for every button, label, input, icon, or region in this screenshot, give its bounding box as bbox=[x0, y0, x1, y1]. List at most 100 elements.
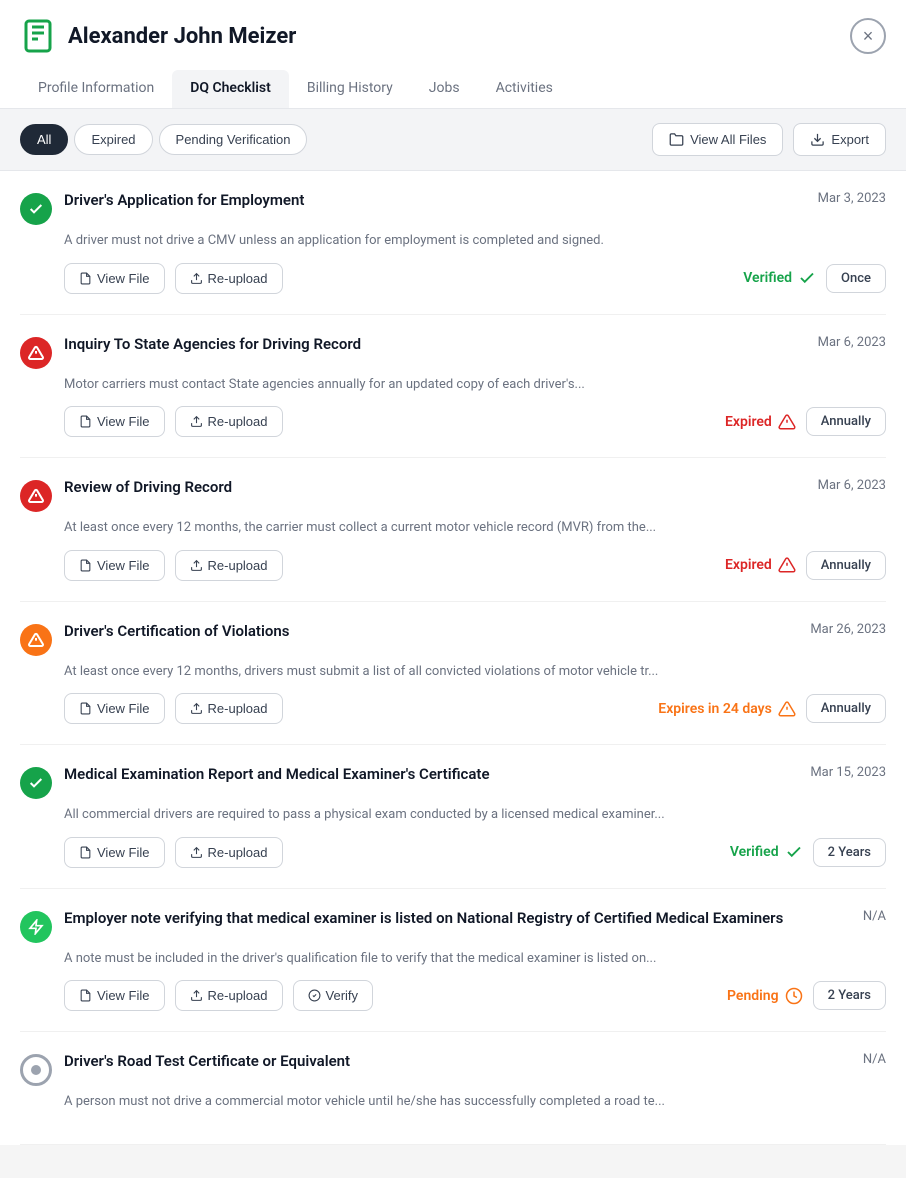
verify-icon bbox=[308, 989, 321, 1002]
item-header: Employer note verifying that medical exa… bbox=[20, 909, 886, 943]
status-icon-pending bbox=[20, 911, 52, 943]
frequency-badge: Annually bbox=[806, 407, 886, 436]
verified-check-icon bbox=[798, 269, 816, 287]
item-actions: View File Re-upload Expires in 24 days A… bbox=[64, 693, 886, 724]
reupload-button[interactable]: Re-upload bbox=[175, 263, 283, 294]
item-date: Mar 6, 2023 bbox=[818, 478, 886, 493]
filter-expired-button[interactable]: Expired bbox=[74, 124, 152, 155]
file-icon bbox=[79, 559, 92, 572]
checklist-item: Medical Examination Report and Medical E… bbox=[20, 745, 886, 889]
item-actions: View File Re-upload Verified Once bbox=[64, 263, 886, 294]
checklist-item: Inquiry To State Agencies for Driving Re… bbox=[20, 315, 886, 459]
item-title: Inquiry To State Agencies for Driving Re… bbox=[64, 335, 361, 353]
status-icon-expired bbox=[20, 480, 52, 512]
file-icon bbox=[79, 415, 92, 428]
item-date: Mar 26, 2023 bbox=[810, 622, 886, 637]
view-file-button[interactable]: View File bbox=[64, 406, 165, 437]
status-badge: Pending bbox=[727, 987, 803, 1005]
item-date: N/A bbox=[863, 909, 886, 924]
view-file-button[interactable]: View File bbox=[64, 263, 165, 294]
warning-icon bbox=[778, 700, 796, 718]
item-title-row: Driver's Road Test Certificate or Equiva… bbox=[64, 1052, 886, 1070]
header-top-row: Alexander John Meizer × bbox=[20, 18, 886, 54]
frequency-badge: 2 Years bbox=[813, 838, 886, 867]
tab-activities[interactable]: Activities bbox=[478, 70, 571, 108]
reupload-button[interactable]: Re-upload bbox=[175, 550, 283, 581]
view-file-button[interactable]: View File bbox=[64, 693, 165, 724]
status-badge: Expired bbox=[725, 556, 796, 574]
upload-icon bbox=[190, 272, 203, 285]
file-icon bbox=[79, 846, 92, 859]
upload-icon bbox=[190, 415, 203, 428]
status-text: Expires in 24 days bbox=[658, 701, 771, 717]
status-badge: Expires in 24 days bbox=[658, 700, 795, 718]
status-text: Verified bbox=[730, 844, 779, 860]
checklist-container: Driver's Application for Employment Mar … bbox=[0, 171, 906, 1145]
reupload-button[interactable]: Re-upload bbox=[175, 837, 283, 868]
warning-icon bbox=[778, 556, 796, 574]
file-icon bbox=[79, 272, 92, 285]
item-actions: View File Re-upload Expired Annually bbox=[64, 406, 886, 437]
frequency-badge: Annually bbox=[806, 551, 886, 580]
item-title-row: Employer note verifying that medical exa… bbox=[64, 909, 886, 927]
checklist-item: Review of Driving Record Mar 6, 2023 At … bbox=[20, 458, 886, 602]
tab-billing-history[interactable]: Billing History bbox=[289, 70, 411, 108]
view-file-button[interactable]: View File bbox=[64, 550, 165, 581]
close-button[interactable]: × bbox=[850, 18, 886, 54]
export-button[interactable]: Export bbox=[793, 123, 886, 156]
item-description: A person must not drive a commercial mot… bbox=[64, 1092, 886, 1112]
page-title: Alexander John Meizer bbox=[68, 24, 296, 49]
reupload-button[interactable]: Re-upload bbox=[175, 980, 283, 1011]
item-header: Inquiry To State Agencies for Driving Re… bbox=[20, 335, 886, 369]
export-label: Export bbox=[831, 132, 869, 147]
status-icon-verified bbox=[20, 193, 52, 225]
item-title: Medical Examination Report and Medical E… bbox=[64, 765, 490, 783]
status-text: Verified bbox=[743, 270, 792, 286]
file-icon bbox=[79, 702, 92, 715]
view-all-files-button[interactable]: View All Files bbox=[652, 123, 783, 156]
item-description: At least once every 12 months, the carri… bbox=[64, 518, 886, 538]
item-description: All commercial drivers are required to p… bbox=[64, 805, 886, 825]
verify-button[interactable]: Verify bbox=[293, 980, 374, 1011]
item-header: Driver's Application for Employment Mar … bbox=[20, 191, 886, 225]
item-title-row: Medical Examination Report and Medical E… bbox=[64, 765, 886, 783]
upload-icon bbox=[190, 846, 203, 859]
item-title: Driver's Application for Employment bbox=[64, 191, 304, 209]
status-icon-verified bbox=[20, 767, 52, 799]
page-header: Alexander John Meizer × Profile Informat… bbox=[0, 0, 906, 109]
item-title-row: Driver's Certification of Violations Mar… bbox=[64, 622, 886, 640]
export-icon bbox=[810, 132, 825, 147]
document-icon bbox=[20, 18, 56, 54]
status-badge: Expired bbox=[725, 413, 796, 431]
filter-pending-button[interactable]: Pending Verification bbox=[159, 124, 308, 155]
item-title: Driver's Road Test Certificate or Equiva… bbox=[64, 1052, 350, 1070]
item-header: Review of Driving Record Mar 6, 2023 bbox=[20, 478, 886, 512]
tab-dq-checklist[interactable]: DQ Checklist bbox=[172, 70, 289, 108]
item-title-row: Driver's Application for Employment Mar … bbox=[64, 191, 886, 209]
view-file-button[interactable]: View File bbox=[64, 980, 165, 1011]
action-buttons: View All Files Export bbox=[652, 123, 886, 156]
status-badge: Verified bbox=[730, 843, 803, 861]
item-date: N/A bbox=[863, 1052, 886, 1067]
upload-icon bbox=[190, 559, 203, 572]
item-header: Driver's Road Test Certificate or Equiva… bbox=[20, 1052, 886, 1086]
reupload-button[interactable]: Re-upload bbox=[175, 406, 283, 437]
item-date: Mar 15, 2023 bbox=[810, 765, 886, 780]
view-file-button[interactable]: View File bbox=[64, 837, 165, 868]
item-header: Driver's Certification of Violations Mar… bbox=[20, 622, 886, 656]
item-description: At least once every 12 months, drivers m… bbox=[64, 662, 886, 682]
item-actions: View File Re-upload Verify Pending 2 Yea… bbox=[64, 980, 886, 1011]
item-description: Motor carriers must contact State agenci… bbox=[64, 375, 886, 395]
tab-jobs[interactable]: Jobs bbox=[411, 70, 478, 108]
status-text: Expired bbox=[725, 414, 772, 430]
reupload-button[interactable]: Re-upload bbox=[175, 693, 283, 724]
item-description: A driver must not drive a CMV unless an … bbox=[64, 231, 886, 251]
verified-check-icon bbox=[785, 843, 803, 861]
status-icon-expired bbox=[20, 337, 52, 369]
view-all-files-label: View All Files bbox=[690, 132, 766, 147]
item-header: Medical Examination Report and Medical E… bbox=[20, 765, 886, 799]
upload-icon bbox=[190, 989, 203, 1002]
tab-profile-information[interactable]: Profile Information bbox=[20, 70, 172, 108]
filter-all-button[interactable]: All bbox=[20, 124, 68, 155]
item-actions: View File Re-upload Verified 2 Years bbox=[64, 837, 886, 868]
